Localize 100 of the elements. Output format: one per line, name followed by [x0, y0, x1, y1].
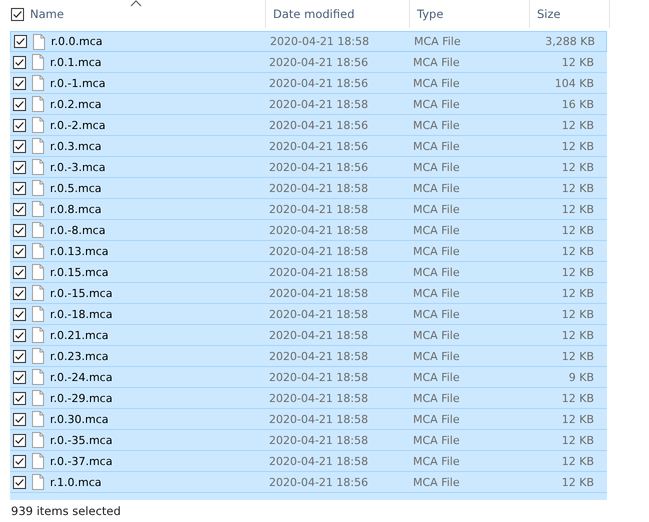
date-modified: 2020-04-21 18:58: [269, 98, 368, 110]
file-name: r.0.-3.mca: [50, 160, 106, 174]
date-modified: 2020-04-21 18:56: [269, 160, 368, 174]
file-row[interactable]: r.0.23.mca 2020-04-21 18:58 MCA File 12 KB: [10, 346, 607, 367]
column-header[interactable]: Size: [530, 0, 610, 28]
file-row[interactable]: r.0.-37.mca 2020-04-21 18:58 MCA File 12 KB: [10, 451, 607, 472]
file-type: MCA File: [413, 434, 460, 446]
file-row[interactable]: r.0.-18.mca 2020-04-21 18:58 MCA File 12 KB: [10, 304, 607, 325]
file-row[interactable]: r.1.0.mca 2020-04-21 18:56 MCA File 12 KB: [10, 472, 607, 493]
checkbox[interactable]: [13, 328, 26, 342]
date-modified: 2020-04-21 18:58: [269, 454, 368, 468]
file-row[interactable]: r.0.3.mca 2020-04-21 18:56 MCA File 12 KB: [10, 136, 607, 157]
file-row[interactable]: r.0.1.mca 2020-04-21 18:56 MCA File 12 KB: [10, 52, 607, 73]
file-name: r.0.13.mca: [50, 244, 109, 258]
checkbox[interactable]: [13, 308, 26, 320]
file-type: MCA File: [413, 118, 460, 132]
file-name: r.0.-15.mca: [50, 286, 112, 300]
file-name: r.0.3.mca: [50, 140, 102, 152]
file-row[interactable]: r.0.-2.mca 2020-04-21 18:56 MCA File 12 KB: [10, 115, 607, 136]
date-modified: 2020-04-21 18:58: [269, 350, 368, 362]
select-all-checkbox[interactable]: [11, 8, 24, 20]
file-size: 12 KB: [562, 140, 594, 152]
file-size: 12 KB: [562, 392, 594, 404]
file-row[interactable]: r.0.-8.mca 2020-04-21 18:58 MCA File 12 KB: [10, 220, 607, 241]
file-name: r.0.21.mca: [50, 328, 109, 342]
file-row[interactable]: r.0.-35.mca 2020-04-21 18:58 MCA File 12 KB: [10, 430, 607, 451]
file-icon: [32, 327, 44, 343]
file-name: r.0.-24.mca: [50, 370, 112, 384]
column-header[interactable]: Name: [30, 0, 266, 28]
file-type: MCA File: [413, 392, 460, 404]
date-modified: 2020-04-21 18:56: [269, 56, 368, 68]
column-header[interactable]: Date modified: [266, 0, 410, 28]
file-row[interactable]: r.0.21.mca 2020-04-21 18:58 MCA File 12 KB: [10, 325, 607, 346]
checkbox[interactable]: [13, 224, 26, 236]
file-icon: [32, 411, 44, 427]
file-size: 16 KB: [562, 98, 594, 110]
status-text: 939 items selected: [11, 504, 121, 518]
checkbox[interactable]: [13, 370, 26, 384]
checkbox[interactable]: [13, 476, 26, 488]
checkbox[interactable]: [13, 160, 26, 174]
column-header[interactable]: Type: [410, 0, 530, 28]
file-row[interactable]: r.0.-29.mca 2020-04-21 18:58 MCA File 12 KB: [10, 388, 607, 409]
file-size: 12 KB: [562, 160, 594, 174]
file-icon: [32, 222, 44, 238]
file-icon: [32, 54, 44, 70]
file-type: MCA File: [413, 266, 460, 278]
file-type: MCA File: [413, 350, 460, 362]
file-icon: [32, 117, 44, 133]
file-icon: [32, 243, 44, 259]
checkbox[interactable]: [13, 182, 26, 194]
checkbox[interactable]: [13, 350, 26, 362]
file-row[interactable]: r.0.-3.mca 2020-04-21 18:56 MCA File 12 KB: [10, 157, 607, 178]
file-type: MCA File: [413, 140, 460, 152]
file-row[interactable]: r.0.13.mca 2020-04-21 18:58 MCA File 12 KB: [10, 241, 607, 262]
file-size: 9 KB: [568, 370, 594, 384]
file-icon: [32, 285, 44, 301]
file-row[interactable]: r.0.30.mca 2020-04-21 18:58 MCA File 12 KB: [10, 409, 607, 430]
file-type: MCA File: [413, 244, 460, 258]
file-row[interactable]: r.0.0.mca 2020-04-21 18:58 MCA File 3,288 KB: [10, 31, 607, 52]
checkbox[interactable]: [13, 286, 26, 300]
file-icon: [32, 180, 44, 196]
checkbox[interactable]: [13, 454, 26, 468]
checkbox[interactable]: [13, 412, 26, 426]
checkbox[interactable]: [13, 244, 26, 258]
file-icon: [32, 432, 44, 448]
checkbox[interactable]: [13, 202, 26, 216]
checkbox[interactable]: [13, 392, 26, 404]
file-icon: [32, 201, 44, 217]
file-icon: [32, 306, 44, 322]
file-row[interactable]: r.0.-1.mca 2020-04-21 18:56 MCA File 104 KB: [10, 73, 607, 94]
checkbox[interactable]: [13, 434, 26, 446]
file-row[interactable]: r.0.-15.mca 2020-04-21 18:58 MCA File 12 KB: [10, 283, 607, 304]
checkbox[interactable]: [13, 76, 26, 90]
file-name: r.0.-1.mca: [50, 76, 106, 90]
checkbox[interactable]: [13, 266, 26, 278]
file-icon: [32, 75, 44, 91]
checkbox[interactable]: [13, 140, 26, 152]
checkbox[interactable]: [14, 35, 27, 48]
file-size: 12 KB: [562, 118, 594, 132]
file-size: 3,288 KB: [545, 35, 595, 48]
checkbox[interactable]: [13, 56, 26, 68]
file-size: 12 KB: [562, 202, 594, 216]
file-row[interactable]: r.0.15.mca 2020-04-21 18:58 MCA File 12 KB: [10, 262, 607, 283]
file-row[interactable]: r.0.-24.mca 2020-04-21 18:58 MCA File 9 KB: [10, 367, 607, 388]
file-icon: [32, 474, 44, 490]
file-icon: [32, 159, 44, 175]
file-name: r.0.-2.mca: [50, 118, 106, 132]
file-row[interactable]: r.0.8.mca 2020-04-21 18:58 MCA File 12 KB: [10, 199, 607, 220]
checkbox[interactable]: [13, 118, 26, 132]
file-row[interactable]: r.0.5.mca 2020-04-21 18:58 MCA File 12 KB: [10, 178, 607, 199]
date-modified: 2020-04-21 18:58: [270, 35, 370, 48]
file-size: 12 KB: [562, 412, 594, 426]
file-row[interactable]: r.0.2.mca 2020-04-21 18:58 MCA File 16 KB: [10, 94, 607, 115]
date-modified: 2020-04-21 18:58: [269, 328, 368, 342]
date-modified: 2020-04-21 18:58: [269, 308, 368, 320]
checkbox[interactable]: [13, 98, 26, 110]
file-type: MCA File: [413, 224, 460, 236]
file-type: MCA File: [413, 56, 460, 68]
file-name: r.0.1.mca: [50, 56, 102, 68]
file-size: 12 KB: [562, 244, 594, 258]
